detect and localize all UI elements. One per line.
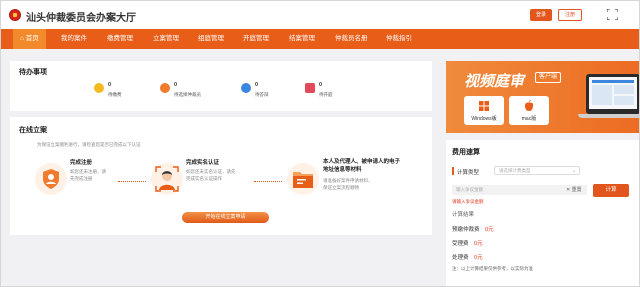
- step-register-desc: 如您还未注册，请先完成注册: [70, 169, 106, 181]
- banner-tag: 客户端: [535, 72, 562, 83]
- apple-icon: [525, 100, 534, 111]
- nav-item-tribunal[interactable]: 组庭管理: [198, 29, 224, 49]
- nav-item-filing[interactable]: 立案管理: [153, 29, 179, 49]
- nav-item-closing[interactable]: 结案管理: [289, 29, 315, 49]
- step-verify-title: 完成实名认证: [186, 160, 220, 166]
- start-filing-button[interactable]: 开始在线立案申请: [182, 212, 269, 223]
- coin-icon: [94, 83, 104, 93]
- result-title: 计算结果: [452, 212, 475, 218]
- required-marker: [452, 167, 454, 175]
- amount-error-text: 请输入争议金额: [452, 199, 484, 204]
- todo-item-pay[interactable]: 0 待缴费: [94, 82, 154, 102]
- result-row: 受理费 0元: [452, 241, 483, 247]
- windows-download-button[interactable]: Windows版: [464, 96, 504, 125]
- nav-item-payment[interactable]: 缴费管理: [107, 29, 133, 49]
- todo-item-select-arbitrator[interactable]: 0 待选择仲裁员: [160, 82, 220, 102]
- nav-item-home[interactable]: ⌂ 首页: [13, 29, 46, 49]
- todo-panel: [10, 61, 432, 111]
- fee-note: 注：以上计算结果仅供参考，以实际为准: [452, 266, 533, 271]
- online-filing-title: 在线立案: [19, 127, 47, 134]
- fee-type-select[interactable]: 请选择计费类型: [494, 166, 580, 175]
- face-id-icon: [155, 166, 179, 192]
- login-button[interactable]: 登录: [530, 9, 552, 21]
- fee-calculator-panel: [446, 140, 639, 286]
- todo-item-hearing[interactable]: 0 待开庭: [305, 82, 365, 102]
- filing-hint: 为保证立案顺利进行，请检查您是否已完成以下认证: [37, 142, 141, 147]
- step-register-title: 完成注册: [70, 160, 93, 166]
- calculate-button[interactable]: 计算: [593, 184, 629, 197]
- site-title: 汕头仲裁委员会办案大厅: [26, 13, 136, 24]
- todo-item-defense[interactable]: 0 待答辩: [241, 82, 301, 102]
- register-button[interactable]: 注册: [558, 9, 582, 21]
- gavel-icon: [305, 83, 315, 93]
- chevron-down-icon: ⌄: [572, 168, 577, 174]
- fullscreen-icon[interactable]: [607, 9, 618, 20]
- step-materials-desc: 请准备好案件申请材料，保证立案流程顺畅: [323, 178, 373, 190]
- court-emblem-icon: [9, 9, 21, 21]
- laptop-base: [578, 114, 639, 118]
- user-icon: [160, 83, 170, 93]
- windows-icon: [479, 101, 489, 111]
- nav-item-arbitrators[interactable]: 仲裁员名册: [335, 29, 368, 49]
- main-nav: ⌂ 首页 我的案件 缴费管理 立案管理 组庭管理 开庭管理 结案管理 仲裁员名册…: [1, 29, 639, 49]
- top-header: 汕头仲裁委员会办案大厅 登录 注册: [1, 1, 639, 29]
- nav-item-guide[interactable]: 仲裁指引: [386, 29, 412, 49]
- folder-icon: [293, 172, 313, 188]
- step-materials-title: 本人及代理人、被申请人的电子地址信息等材料: [323, 159, 401, 173]
- reset-button[interactable]: ✕ 重置: [566, 185, 582, 195]
- banner-title: 视频庭审: [464, 73, 525, 90]
- fee-calc-title: 费用速算: [452, 149, 480, 156]
- step-connector: [254, 181, 282, 182]
- chat-icon: [241, 83, 251, 93]
- shield-user-icon: [43, 169, 59, 189]
- mac-download-button[interactable]: mac版: [509, 96, 549, 125]
- todo-title: 待办事项: [19, 69, 47, 76]
- step-connector: [118, 181, 146, 182]
- nav-item-hearing[interactable]: 开庭管理: [243, 29, 269, 49]
- result-row: 处理费 0元: [452, 255, 483, 261]
- laptop-illustration: [586, 74, 639, 114]
- step-verify-desc: 如您还未实名认证，请先完成实名认证操作: [186, 169, 236, 181]
- nav-item-my-cases[interactable]: 我的案件: [61, 29, 87, 49]
- result-row: 预缴仲裁费 0元: [452, 227, 494, 233]
- video-hearing-banner[interactable]: 视频庭审 客户端 Windows版 mac版: [446, 61, 639, 133]
- fee-type-label: 计算类型: [457, 170, 480, 176]
